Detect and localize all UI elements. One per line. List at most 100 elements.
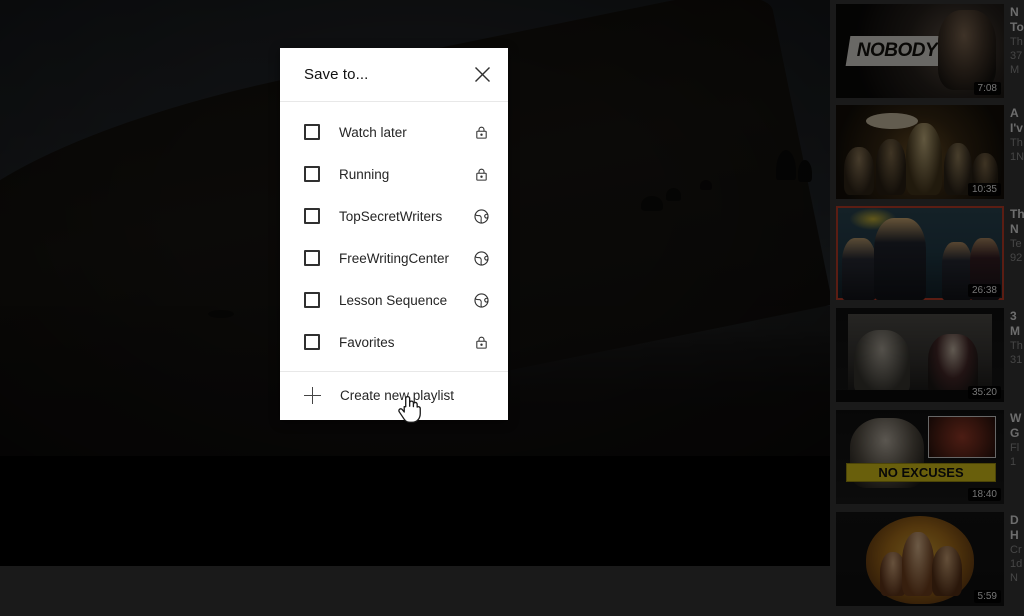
video-title: 3 bbox=[1010, 309, 1017, 323]
list-item[interactable]: NO EXCUSES 18:40 W G Fl 1 bbox=[836, 410, 1024, 504]
video-age: M bbox=[1010, 64, 1020, 76]
video-meta: W G Fl 1 bbox=[1010, 410, 1024, 504]
video-duration: 26:38 bbox=[967, 284, 1001, 297]
video-title: A bbox=[1010, 106, 1019, 120]
list-item[interactable]: 10:35 A I'v Th 1N bbox=[836, 105, 1024, 199]
video-meta: 3 M Th 31 bbox=[1010, 308, 1024, 402]
video-title: N bbox=[1010, 5, 1019, 19]
video-title: W bbox=[1010, 411, 1022, 425]
video-thumbnail[interactable]: NO EXCUSES 18:40 bbox=[836, 410, 1004, 504]
playlist-label: Favorites bbox=[339, 334, 395, 350]
video-views: 1 bbox=[1010, 456, 1017, 468]
thumb-figure bbox=[876, 139, 906, 195]
privacy-indicator bbox=[473, 250, 490, 267]
video-views: 31 bbox=[1010, 354, 1023, 366]
video-title-line2: M bbox=[1010, 324, 1020, 338]
video-duration: 5:59 bbox=[973, 590, 1001, 603]
recommended-sidebar: NOBODY 7:08 N To Th 37 M 10:35 A I'v Th … bbox=[836, 0, 1024, 616]
thumb-figure bbox=[938, 10, 996, 90]
thumb-figure bbox=[842, 238, 876, 300]
save-to-playlist-dialog: Save to... Watch later Running TopSecret… bbox=[280, 48, 508, 420]
video-channel: Th bbox=[1010, 340, 1023, 352]
playlist-checkbox[interactable] bbox=[304, 208, 320, 224]
playlist-label: Watch later bbox=[339, 124, 407, 140]
playlist-row-running[interactable]: Running bbox=[280, 153, 508, 195]
video-channel: Fl bbox=[1010, 442, 1020, 454]
video-title-line2: I'v bbox=[1010, 121, 1023, 135]
playlist-row-freewritingcenter[interactable]: FreeWritingCenter bbox=[280, 237, 508, 279]
video-thumbnail[interactable]: 10:35 bbox=[836, 105, 1004, 199]
video-views: 37 bbox=[1010, 50, 1023, 62]
globe-icon bbox=[474, 250, 489, 266]
privacy-indicator bbox=[473, 292, 490, 309]
video-channel: Th bbox=[1010, 137, 1023, 149]
playlist-label: Lesson Sequence bbox=[339, 292, 448, 308]
playlist-checkbox[interactable] bbox=[304, 166, 320, 182]
video-title-line2: To bbox=[1010, 20, 1024, 34]
playlist-checkbox[interactable] bbox=[304, 292, 320, 308]
thumb-inset-image bbox=[928, 416, 996, 458]
playlist-label: Running bbox=[339, 166, 390, 182]
video-views: 92 bbox=[1010, 252, 1023, 264]
globe-icon bbox=[474, 292, 489, 308]
dialog-header: Save to... bbox=[280, 48, 508, 102]
plus-icon bbox=[304, 387, 321, 404]
create-new-playlist-label: Create new playlist bbox=[340, 388, 455, 403]
video-title: D bbox=[1010, 513, 1019, 527]
thumb-banner-text: NO EXCUSES bbox=[878, 465, 964, 480]
list-item[interactable]: 26:38 Th N Te 92 bbox=[836, 206, 1024, 300]
thumb-figure bbox=[932, 546, 962, 596]
video-meta: A I'v Th 1N bbox=[1010, 105, 1024, 199]
privacy-indicator bbox=[473, 124, 490, 141]
thumb-figure bbox=[854, 330, 910, 394]
video-views: 1d bbox=[1010, 558, 1023, 570]
privacy-indicator bbox=[473, 334, 490, 351]
video-channel: Te bbox=[1010, 238, 1022, 250]
playlist-row-lesson-sequence[interactable]: Lesson Sequence bbox=[280, 279, 508, 321]
playlist-row-watch-later[interactable]: Watch later bbox=[280, 111, 508, 153]
playlist-checkbox[interactable] bbox=[304, 334, 320, 350]
video-duration: 18:40 bbox=[967, 488, 1001, 501]
video-thumbnail[interactable]: 35:20 bbox=[836, 308, 1004, 402]
video-channel: Th bbox=[1010, 36, 1023, 48]
video-title-line2: N bbox=[1010, 222, 1019, 236]
list-item[interactable]: NOBODY 7:08 N To Th 37 M bbox=[836, 4, 1024, 98]
video-meta: Th N Te 92 bbox=[1010, 206, 1024, 300]
playlist-row-topsecretwriters[interactable]: TopSecretWriters bbox=[280, 195, 508, 237]
list-item[interactable]: 35:20 3 M Th 31 bbox=[836, 308, 1024, 402]
video-thumbnail[interactable]: 5:59 bbox=[836, 512, 1004, 606]
list-item[interactable]: 5:59 D H Cr 1d N bbox=[836, 512, 1024, 606]
video-thumbnail[interactable]: 26:38 bbox=[836, 206, 1004, 300]
thumb-figure bbox=[902, 532, 934, 596]
thumb-plate-text: NOBODY bbox=[856, 40, 938, 61]
video-thumbnail[interactable]: NOBODY 7:08 bbox=[836, 4, 1004, 98]
video-age: N bbox=[1010, 572, 1018, 584]
close-button[interactable] bbox=[468, 61, 496, 89]
video-duration: 10:35 bbox=[967, 183, 1001, 196]
playlist-row-favorites[interactable]: Favorites bbox=[280, 321, 508, 363]
privacy-indicator bbox=[473, 208, 490, 225]
video-meta: N To Th 37 M bbox=[1010, 4, 1024, 98]
video-channel: Cr bbox=[1010, 544, 1022, 556]
thumb-figure bbox=[928, 334, 978, 394]
dialog-title: Save to... bbox=[304, 66, 369, 83]
lock-icon bbox=[476, 126, 487, 139]
globe-icon bbox=[474, 208, 489, 224]
video-title: Th bbox=[1010, 207, 1024, 221]
video-views: 1N bbox=[1010, 151, 1024, 163]
video-title-line2: G bbox=[1010, 426, 1020, 440]
privacy-indicator bbox=[473, 166, 490, 183]
thumb-figure bbox=[844, 147, 874, 195]
playlist-list: Watch later Running TopSecretWriters Fre… bbox=[280, 102, 508, 363]
player-letterbox bbox=[0, 456, 830, 566]
thumb-figure bbox=[906, 123, 942, 195]
video-duration: 35:20 bbox=[967, 386, 1001, 399]
playlist-checkbox[interactable] bbox=[304, 124, 320, 140]
playlist-label: FreeWritingCenter bbox=[339, 250, 450, 266]
playlist-label: TopSecretWriters bbox=[339, 208, 443, 224]
video-title-line2: H bbox=[1010, 528, 1019, 542]
create-new-playlist-button[interactable]: Create new playlist bbox=[280, 371, 508, 419]
lock-icon bbox=[476, 168, 487, 181]
playlist-checkbox[interactable] bbox=[304, 250, 320, 266]
close-icon bbox=[474, 67, 490, 82]
